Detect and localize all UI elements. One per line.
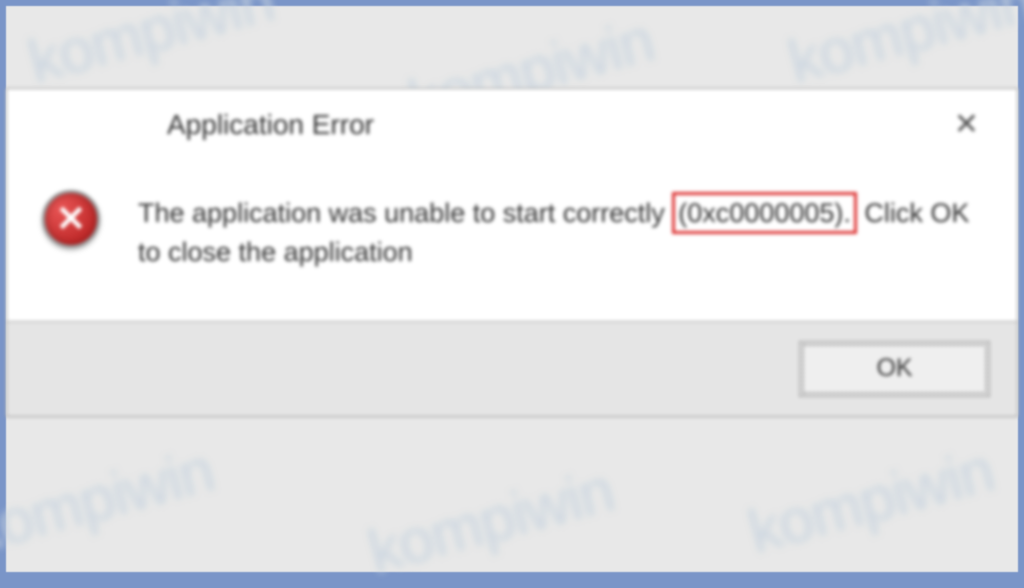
dialog-titlebar: Application Error ✕ — [7, 89, 1017, 160]
watermark-text: kompiwin — [0, 435, 221, 568]
ok-button[interactable]: OK — [802, 344, 987, 394]
error-code-highlight: (0xc0000005). — [672, 192, 857, 234]
error-icon: ✕ — [42, 190, 100, 248]
dialog-title: Application Error — [167, 109, 374, 141]
dialog-content: ✕ The application was unable to start co… — [7, 160, 1017, 322]
message-part1: The application was unable to start corr… — [138, 198, 672, 228]
watermark-text: kompiwin — [781, 0, 1024, 98]
watermark-text: kompiwin — [741, 435, 1001, 568]
watermark-text: kompiwin — [21, 0, 281, 98]
close-icon[interactable]: ✕ — [946, 107, 987, 142]
error-dialog: Application Error ✕ ✕ The application wa… — [6, 88, 1018, 417]
error-message: The application was unable to start corr… — [138, 190, 987, 271]
watermark-text: kompiwin — [361, 455, 621, 588]
dialog-button-bar: OK — [7, 322, 1017, 416]
